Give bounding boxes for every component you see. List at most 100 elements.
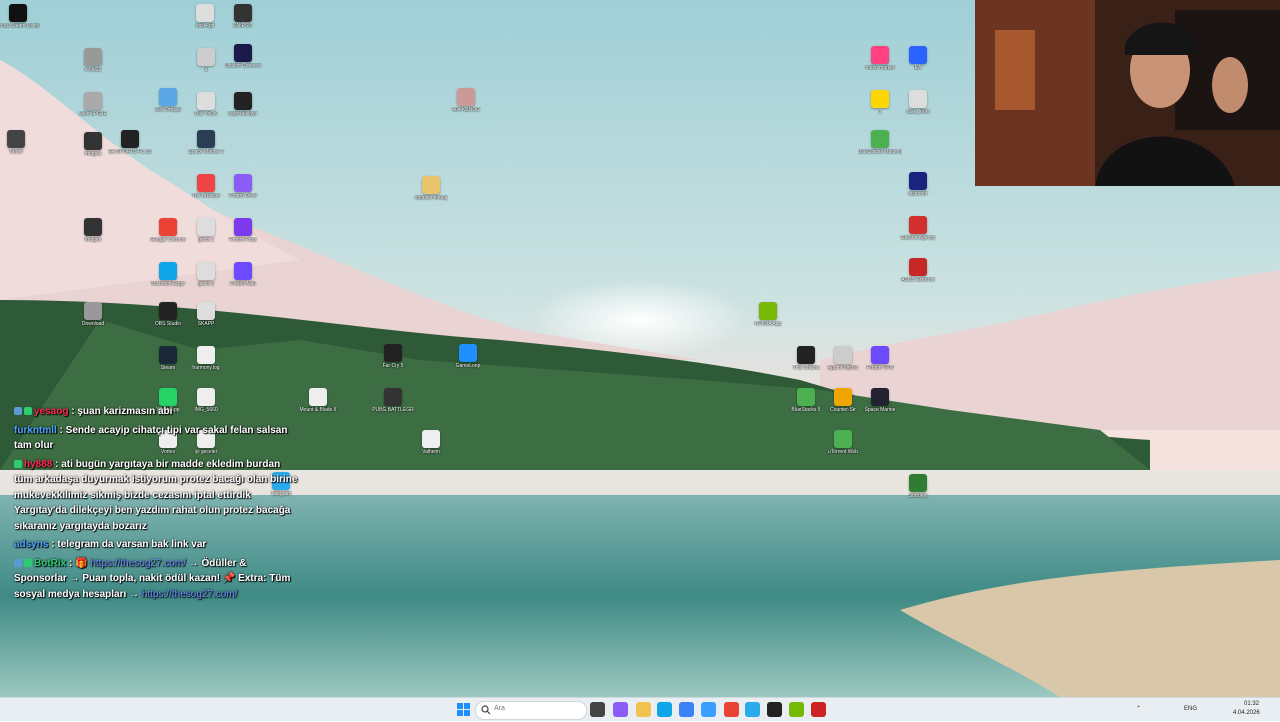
language-indicator[interactable]: ENG [1184,706,1197,712]
stream-chat: yesaog : şuan karizmasın abi furkntmll :… [14,404,300,605]
desktop-icon[interactable]: Proton VPN [858,346,902,371]
chat-badge-icon [14,459,22,468]
app-icon [234,4,252,22]
desktop-icon[interactable]: Proton Mail [221,262,265,287]
desktop-icon[interactable]: task_tenki [896,90,940,115]
chat-username[interactable]: adsyns [14,539,51,550]
desktop-icon-label: NVIDIA App [754,321,782,327]
desktop-icon[interactable]: Tamer [0,130,38,155]
app-icon [384,344,402,362]
desktop-icon[interactable]: EA [896,46,940,71]
desktop-icon[interactable]: Images [71,218,115,243]
desktop-icon[interactable]: Download [71,302,115,327]
desktop-icon-label: Valheim [422,449,440,455]
clock-date[interactable]: 4.04.2026 [1233,710,1260,716]
chat-username[interactable]: furkntmll [14,425,60,436]
taskbar-search[interactable]: Ara [475,701,587,720]
app-icon [422,176,440,194]
app-icon [834,346,852,364]
desktop-icon[interactable]: BlueStacks Multi-Insta [858,130,902,155]
desktop-icon[interactable]: Stardew [896,474,940,499]
search-placeholder: Ara [494,705,505,712]
desktop-icon[interactable]: NVIDIA App [746,302,790,327]
app-icon [909,90,927,108]
telegram-button[interactable] [745,702,760,717]
desktop-icon[interactable]: metin market [858,46,902,71]
chat-text: : ati bugün yargıtaya bir madde ekledim … [14,458,298,532]
app-icon [909,474,927,492]
app-icon [197,262,215,280]
chat-link[interactable]: https://thesog27.com/ [90,558,188,569]
desktop-icon[interactable]: uTorrent Web [821,430,865,455]
nvidia-button[interactable] [789,702,804,717]
start-button[interactable] [456,702,471,717]
vpn-button[interactable] [701,702,716,717]
app-icon [234,92,252,110]
desktop-icon[interactable]: Garena Agency [896,216,940,241]
desktop-icon[interactable]: SNIPSIT [221,4,265,29]
desktop-icon[interactable]: EA SPORTS FC 25 [108,130,152,155]
desktop-icon-label: n 6bt32 [84,67,102,73]
app-icon [457,88,475,106]
desktop-icon[interactable]: Valheim [409,430,453,455]
app-icon [84,132,102,150]
desktop-icon[interactable]: kayit bekliyor [221,92,265,117]
app-icon [159,346,177,364]
obs-button[interactable] [811,702,826,717]
app-icon [234,174,252,192]
chat-username[interactable]: BotRix [34,558,69,569]
chat-message: hy888 : ati bugün yargıtaya bir madde ek… [14,457,300,535]
chat-badge-icon [24,558,32,567]
file-explorer-button[interactable] [636,702,651,717]
desktop-icon[interactable]: Space Marine [858,388,902,413]
app-icon [909,216,927,234]
desktop-icon-label: SNIPSIT [233,23,253,29]
desktop-icon[interactable]: Proton Pass [221,218,265,243]
store-button[interactable] [679,702,694,717]
chat-message: BotRix : 🎁 https://thesog27.com/ → Ödüll… [14,556,300,603]
clock-time[interactable]: 01:32 [1244,701,1259,707]
windows-logo-icon [457,703,470,716]
chat-username[interactable]: hy888 [24,459,55,470]
desktop-icon[interactable]: walor jPGJE [71,92,115,117]
desktop-icon[interactable]: indirilen mesaj [409,176,453,201]
desktop-icon[interactable]: 404 KBNOR [444,88,488,113]
desktop-icon[interactable]: Space Marine 2 [184,130,228,155]
desktop-icon-label: SKAPP [197,321,215,327]
chevron-up-icon[interactable]: ⌃ [1136,705,1141,712]
app-icon [197,302,215,320]
app-icon [309,388,327,406]
app-button[interactable] [767,702,782,717]
task-view-button[interactable] [590,702,605,717]
chat-text: : telegram da varsan bak link var [51,539,207,550]
desktop-icon[interactable]: n 6bt32 [71,48,115,73]
desktop-icon[interactable]: GameLoop [446,344,490,369]
desktop-icon[interactable]: ASUS Extreme [896,258,940,283]
desktop-icon-label: BlueStacks Multi-Insta [858,149,902,155]
edge-button[interactable] [657,702,672,717]
desktop-icon[interactable]: PUBG BATTLEGR [371,388,415,413]
chrome-button[interactable] [724,702,739,717]
desktop-icon-label: Bo Bu Steam Utility Pro [0,23,40,29]
desktop-icon[interactable]: Ubisoft Connect [221,44,265,69]
copilot-button[interactable] [613,702,628,717]
desktop-icon[interactable]: Bo Bu Steam Utility Pro [0,4,40,29]
chat-username[interactable]: yesaog [34,406,71,417]
desktop-icon[interactable]: Far Cry 5 [371,344,415,369]
desktop-icon[interactable]: dishonor [896,172,940,197]
app-icon [459,344,477,362]
chat-link[interactable]: https://thesog27.com/ [142,589,238,600]
desktop-icon-label: Tamer [9,149,23,155]
desktop-icon[interactable]: SKAPP [184,302,228,327]
desktop-icon-label: Far Cry 5 [382,363,404,369]
chat-message: yesaog : şuan karizmasın abi [14,404,300,420]
desktop-icon-label: indirilen mesaj [415,195,447,201]
app-icon [871,90,889,108]
desktop-icon[interactable]: Proton Drive [221,174,265,199]
desktop-icon-label: Images [84,237,102,243]
desktop-icon[interactable]: Mount & Blade II [296,388,340,413]
desktop-icon-label: uTorrent Web [828,449,858,455]
chat-message: adsyns : telegram da varsan bak link var [14,537,300,553]
desktop-icon-label: ASUS Extreme [901,277,935,283]
desktop-icon[interactable]: harmony.log [184,346,228,371]
